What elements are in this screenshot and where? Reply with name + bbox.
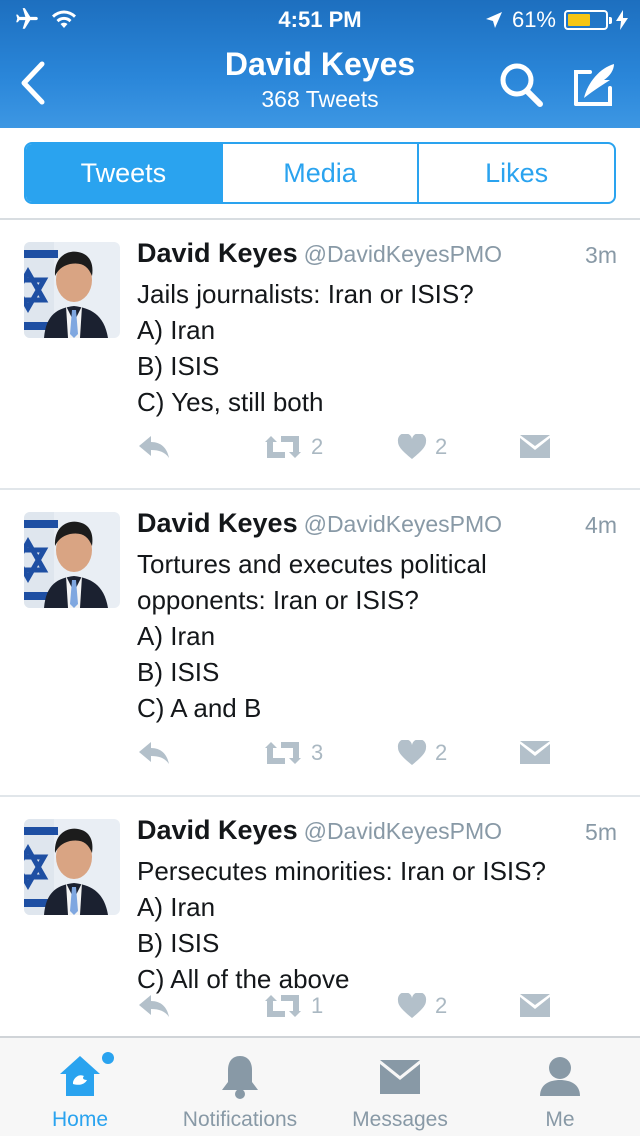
- tweet-timestamp: 5m: [585, 819, 617, 845]
- tweet-item[interactable]: David Keyes @DavidKeyesPMO 3m Jails journ…: [0, 220, 640, 490]
- author-name[interactable]: David Keyes: [137, 815, 298, 845]
- like-button[interactable]: 2: [397, 740, 447, 766]
- tab-home-label: Home: [51, 1108, 109, 1131]
- like-button[interactable]: 2: [397, 434, 447, 460]
- tweet-line: B) ISIS: [137, 657, 220, 687]
- tweet-item[interactable]: David Keyes @DavidKeyesPMO 5m Persecutes …: [0, 797, 640, 1036]
- tab-home[interactable]: Home: [0, 1038, 160, 1136]
- tweet-item[interactable]: David Keyes @DavidKeyesPMO 4m Tortures an…: [0, 490, 640, 797]
- author-name[interactable]: David Keyes: [137, 508, 298, 538]
- tweet-line: opponents: Iran or ISIS?: [137, 585, 419, 615]
- tab-likes[interactable]: Likes: [419, 144, 614, 202]
- like-count: 2: [435, 740, 448, 765]
- tweet-line: Persecutes minorities: Iran or ISIS?: [137, 856, 546, 886]
- tweet-line: C) A and B: [137, 693, 262, 723]
- tweet-line: B) ISIS: [137, 928, 220, 958]
- tab-me[interactable]: Me: [480, 1038, 640, 1136]
- battery-percent: 61%: [511, 7, 556, 32]
- location-arrow-icon: [485, 12, 502, 28]
- tweet-timestamp: 4m: [585, 512, 617, 538]
- tab-media[interactable]: Media: [223, 144, 420, 202]
- tweet-timestamp: 3m: [585, 242, 617, 268]
- author-handle[interactable]: @DavidKeyesPMO: [304, 818, 502, 844]
- status-bar: 4:51 PM 61%: [0, 0, 640, 40]
- tab-notifications[interactable]: Notifications: [160, 1038, 320, 1136]
- tweet-actions: 3 2: [137, 740, 617, 780]
- tab-me-label: Me: [545, 1108, 575, 1131]
- retweet-icon: [265, 742, 301, 764]
- tweet-line: A) Iran: [137, 621, 216, 651]
- tab-notifications-label: Notifications: [182, 1108, 298, 1131]
- tweet-header: David Keyes @DavidKeyesPMO 5m: [137, 815, 617, 851]
- avatar[interactable]: [24, 512, 120, 608]
- envelope-icon: [520, 435, 550, 458]
- like-count: 2: [435, 993, 448, 1018]
- bell-icon: [222, 1056, 258, 1099]
- tweet-header: David Keyes @DavidKeyesPMO 3m: [137, 238, 617, 274]
- heart-icon: [397, 434, 427, 459]
- tweet-feed[interactable]: David Keyes @DavidKeyesPMO 3m Jails journ…: [0, 220, 640, 1036]
- tab-tweets[interactable]: Tweets: [26, 144, 223, 202]
- retweet-button[interactable]: 3: [263, 740, 323, 766]
- tweet-line: Tortures and executes political: [137, 549, 487, 579]
- direct-message-button[interactable]: [519, 740, 551, 766]
- author-handle[interactable]: @DavidKeyesPMO: [304, 511, 502, 537]
- tweet-line: C) All of the above: [137, 964, 350, 994]
- profile-segment-control: Tweets Media Likes: [24, 142, 616, 204]
- envelope-icon: [520, 994, 550, 1017]
- author-name[interactable]: David Keyes: [137, 238, 298, 268]
- tweet-line: A) Iran: [137, 892, 216, 922]
- status-right: 61%: [484, 7, 628, 33]
- tweet-text: Jails journalists: Iran or ISIS? A) Iran…: [137, 276, 617, 420]
- reply-icon: [139, 995, 169, 1017]
- reply-icon: [139, 742, 169, 764]
- home-icon: [60, 1056, 100, 1096]
- like-button[interactable]: 2: [397, 993, 447, 1019]
- tweet-header: David Keyes @DavidKeyesPMO 4m: [137, 508, 617, 544]
- envelope-icon: [520, 741, 550, 764]
- tab-messages[interactable]: Messages: [320, 1038, 480, 1136]
- reply-icon: [139, 436, 169, 458]
- compose-tweet-icon[interactable]: [570, 58, 622, 110]
- retweet-count: 3: [311, 740, 324, 765]
- like-count: 2: [435, 434, 448, 459]
- avatar[interactable]: [24, 819, 120, 915]
- tweet-text: Persecutes minorities: Iran or ISIS? A) …: [137, 853, 617, 997]
- heart-icon: [397, 740, 427, 765]
- retweet-icon: [265, 995, 301, 1017]
- person-icon: [540, 1057, 580, 1096]
- tweet-line: B) ISIS: [137, 351, 220, 381]
- notification-dot: [102, 1052, 114, 1064]
- author-handle[interactable]: @DavidKeyesPMO: [304, 241, 502, 267]
- retweet-button[interactable]: 1: [263, 993, 323, 1019]
- reply-button[interactable]: [137, 993, 171, 1019]
- direct-message-button[interactable]: [519, 434, 551, 460]
- tweet-text: Tortures and executes political opponent…: [137, 546, 617, 726]
- retweet-icon: [265, 436, 301, 458]
- retweet-button[interactable]: 2: [263, 434, 323, 460]
- avatar[interactable]: [24, 242, 120, 338]
- top-bar: 4:51 PM 61% David Keyes 368 Tweets: [0, 0, 640, 128]
- direct-message-button[interactable]: [519, 993, 551, 1019]
- bottom-tab-bar: Home Notifications Messages Me: [0, 1036, 640, 1136]
- heart-icon: [397, 993, 427, 1018]
- tweet-actions: 1 2: [137, 993, 617, 1033]
- charging-bolt-icon: [616, 10, 628, 30]
- tweet-line: Jails journalists: Iran or ISIS?: [137, 279, 474, 309]
- tweet-actions: 2 2: [137, 434, 617, 474]
- retweet-count: 1: [311, 993, 324, 1018]
- tab-messages-label: Messages: [352, 1108, 448, 1131]
- envelope-icon: [380, 1060, 420, 1094]
- search-icon[interactable]: [496, 60, 548, 110]
- reply-button[interactable]: [137, 740, 171, 766]
- reply-button[interactable]: [137, 434, 171, 460]
- tweet-line: C) Yes, still both: [137, 387, 324, 417]
- tweet-line: A) Iran: [137, 315, 216, 345]
- battery-icon: [564, 10, 612, 30]
- retweet-count: 2: [311, 434, 324, 459]
